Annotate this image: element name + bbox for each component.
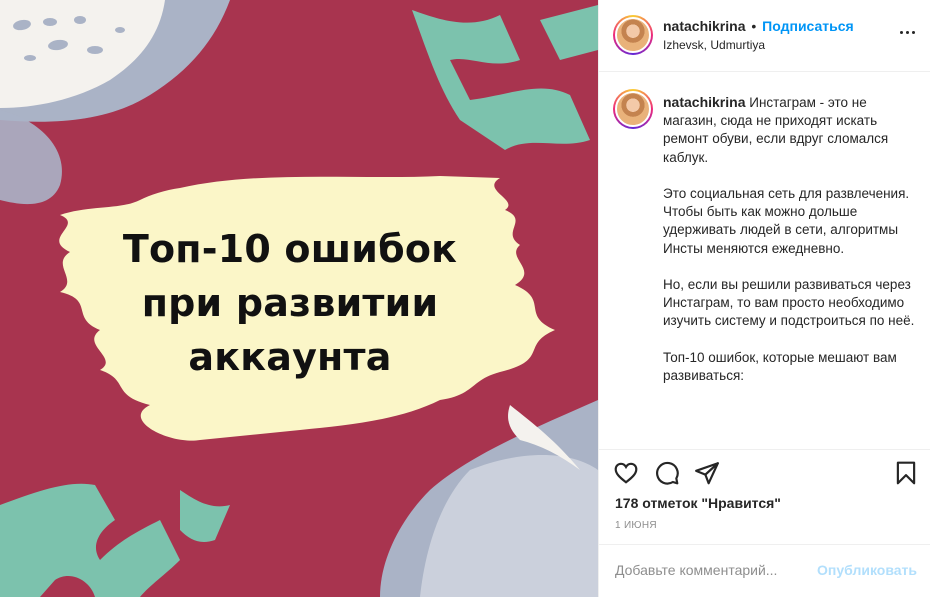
heart-icon[interactable] — [613, 460, 639, 486]
post-date[interactable]: 1 ИЮНЯ — [615, 520, 657, 531]
publish-button[interactable]: Опубликовать — [817, 562, 917, 578]
mint-stroke-bottom — [180, 490, 230, 542]
avatar-icon[interactable] — [613, 89, 653, 129]
more-options-icon[interactable] — [897, 22, 917, 42]
headline-line-1: Топ-10 ошибок — [122, 227, 458, 271]
caption-text: natachikrina Инстаграм - это не магазин,… — [663, 93, 915, 403]
caption-area: natachikrina Инстаграм - это не магазин,… — [599, 73, 930, 449]
caption-username[interactable]: natachikrina — [663, 94, 745, 110]
post-actions: 178 отметок "Нравится" 1 ИЮНЯ Опубликова… — [599, 449, 930, 597]
caption-paragraph-4: Топ-10 ошибок, которые мешают вам развив… — [663, 349, 897, 383]
location-link[interactable]: Izhevsk, Udmurtiya — [663, 38, 765, 52]
gray-wave-left — [0, 110, 62, 205]
post-headline: Топ-10 ошибок при развитии аккаунта — [100, 222, 480, 384]
share-icon[interactable] — [694, 460, 720, 486]
header-user-line: natachikrina • Подписаться — [663, 18, 854, 34]
headline-line-2: при развитии — [141, 281, 439, 325]
caption-paragraph-2: Это социальная сеть для развлечения. Что… — [663, 186, 910, 256]
comment-icon[interactable] — [654, 460, 680, 486]
comment-box: Опубликовать — [599, 544, 930, 597]
avatar-icon[interactable] — [613, 15, 653, 55]
bookmark-icon[interactable] — [893, 460, 919, 486]
caption-paragraph-1: natachikrina Инстаграм - это не магазин,… — [663, 93, 915, 167]
post-header: natachikrina • Подписаться Izhevsk, Udmu… — [599, 0, 930, 72]
caption-paragraph-3: Но, если вы решили развиваться через Инс… — [663, 277, 915, 329]
follow-button[interactable]: Подписаться — [762, 18, 854, 34]
gray-blob-bottom-light — [420, 455, 598, 597]
headline-line-3: аккаунта — [188, 335, 392, 379]
likes-count[interactable]: 178 отметок "Нравится" — [615, 495, 781, 511]
comment-input[interactable] — [615, 562, 815, 578]
post-sidebar: natachikrina • Подписаться Izhevsk, Udmu… — [598, 0, 930, 597]
header-separator: • — [751, 18, 757, 34]
header-username[interactable]: natachikrina — [663, 18, 745, 34]
post-image[interactable]: Топ-10 ошибок при развитии аккаунта — [0, 0, 598, 597]
mint-zigzag-bottom — [0, 483, 180, 597]
mint-stroke-right — [540, 5, 598, 60]
